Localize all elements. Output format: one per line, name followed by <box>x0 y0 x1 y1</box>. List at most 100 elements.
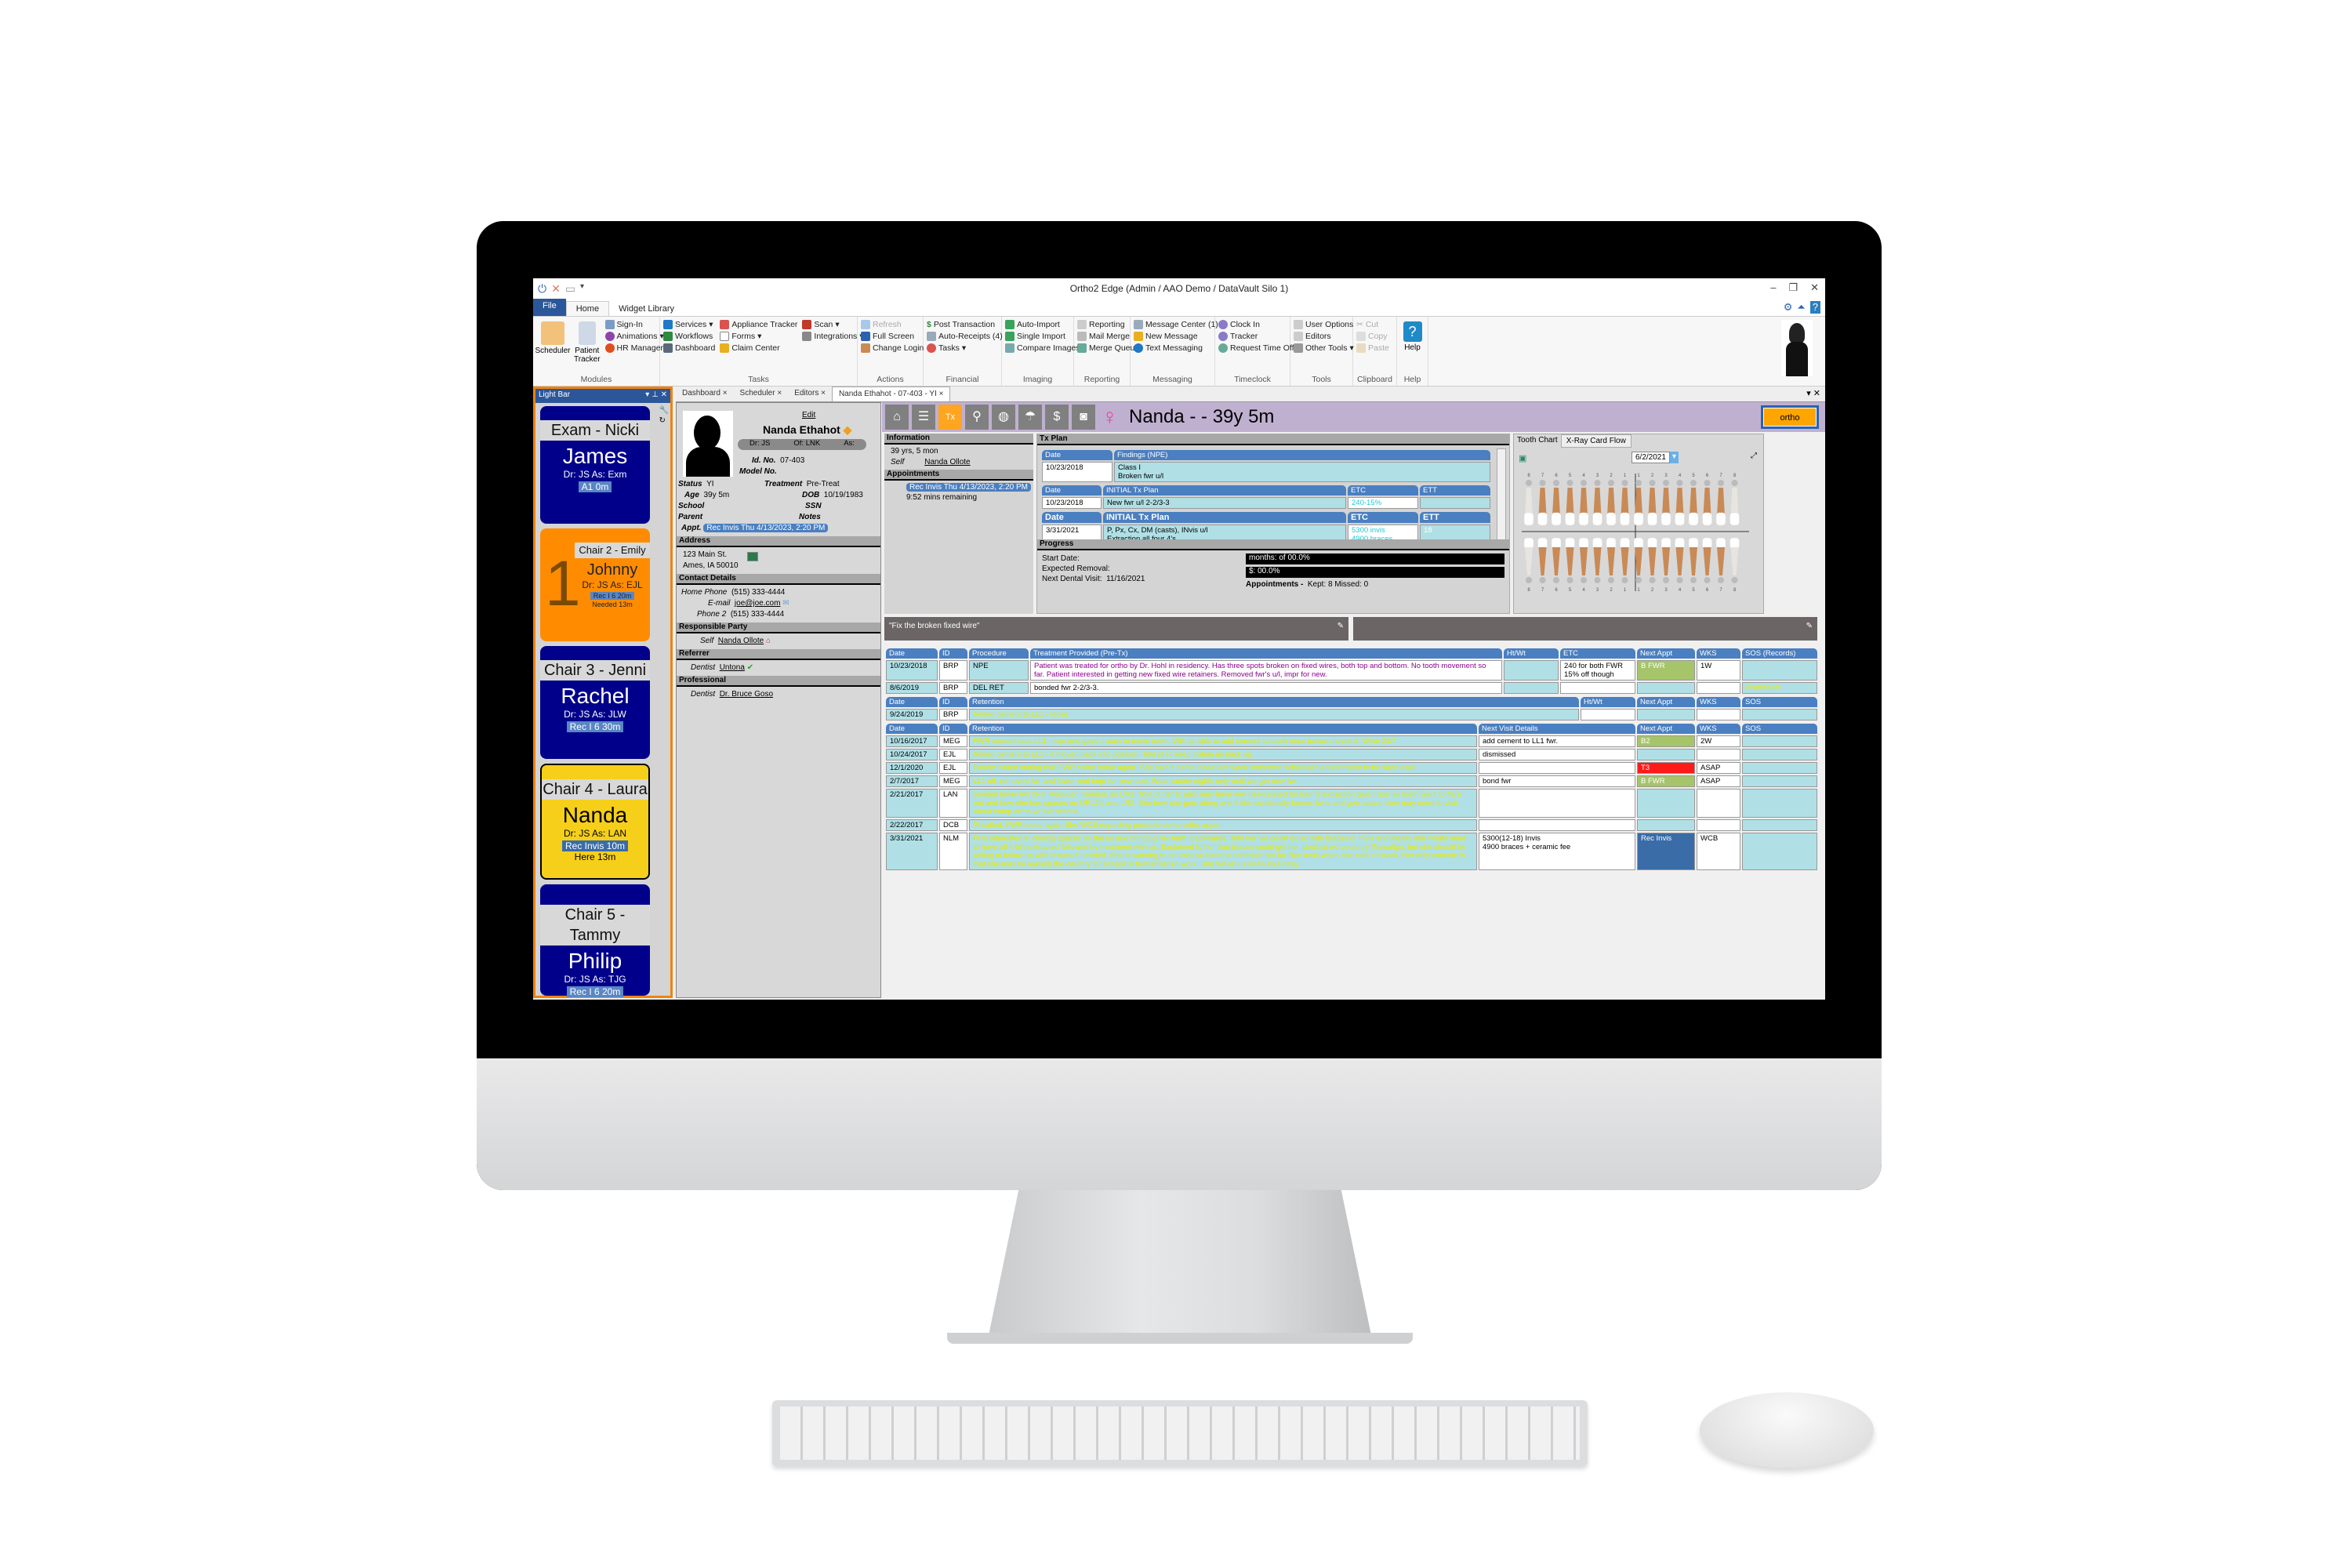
chair-card-selected[interactable]: Chair 4 - Laura Nanda Dr: JS As: LAN Rec… <box>540 764 650 880</box>
table-row[interactable]: 2/21/2017 LAN bonded lower fwr /3-3. Reduc… <box>886 789 1817 818</box>
ortho-badge[interactable]: ortho <box>1761 405 1819 429</box>
add-image-icon[interactable]: ▣ <box>1519 453 1526 463</box>
table-row[interactable]: 12/1/2020 EJL Patient called stating that … <box>886 762 1817 774</box>
tabs-close-icon[interactable]: ✕ <box>1813 389 1820 398</box>
tag-icon[interactable]: ◆ <box>844 423 852 436</box>
chair-card[interactable]: Exam - Nicki James Dr: JS As: Exm A1 0m <box>540 406 650 524</box>
tx-icon[interactable]: Tx <box>938 405 962 430</box>
appointment-pill[interactable]: Rec Invis Thu 4/13/2023, 2:20 PM <box>906 483 1032 492</box>
doc-tab-patient[interactable]: Nanda Ethahot - 07-403 - YI × <box>831 387 951 401</box>
animations-button[interactable]: Animations ▾ <box>604 332 664 341</box>
note-box-left[interactable]: "Fix the broken fixed wire" ✎ <box>884 617 1348 641</box>
panel-dropdown-icon[interactable]: ▾ <box>645 390 649 399</box>
globe-doc-icon[interactable]: ◍ <box>992 405 1015 430</box>
table-row[interactable]: 10/23/2018 Class I Broken fwr u/l <box>1042 462 1490 482</box>
user-avatar[interactable] <box>1781 320 1813 376</box>
panel-close-icon[interactable]: ✕ <box>661 390 667 399</box>
auto-receipts-button[interactable]: Auto-Receipts (4) <box>927 332 1003 341</box>
doc-tab-dashboard[interactable]: Dashboard × <box>676 387 734 401</box>
wrench-icon[interactable]: 🔧 <box>659 406 669 415</box>
post-transaction-button[interactable]: $ Post Transaction <box>927 320 1003 329</box>
edit-patient-link[interactable]: Edit <box>802 411 815 419</box>
pin-icon[interactable]: ⊥ <box>652 390 659 399</box>
request-time-off-button[interactable]: Request Time Off <box>1218 343 1294 353</box>
cut-button[interactable]: ✂ Cut <box>1356 320 1389 329</box>
professional-link[interactable]: Dr. Bruce Goso <box>720 690 773 699</box>
message-center-button[interactable]: Message Center (1) <box>1134 320 1218 329</box>
tab-home[interactable]: Home <box>565 301 610 316</box>
pencil-icon[interactable]: ✎ <box>1338 622 1344 630</box>
table-row[interactable]: 8/6/2019 BRP DEL RET bonded fwr 2-2/3-3. dis… <box>886 682 1817 694</box>
table-row[interactable]: 10/23/2018 BRP NPE Patient was treated for … <box>886 660 1817 681</box>
dashboard-button[interactable]: Dashboard <box>663 343 715 353</box>
chair-card[interactable]: Chair 3 - Jenni Rachel Dr: JS As: JLW Re… <box>540 646 650 759</box>
email-link[interactable]: joe@joe.com <box>735 599 781 608</box>
table-row[interactable]: 10/16/2017 MEG FWR cement loos LL1. Impr a… <box>886 735 1817 747</box>
responsible-link[interactable]: Nanda Ollote <box>718 637 764 645</box>
financial-tasks-button[interactable]: Tasks ▾ <box>927 343 1003 353</box>
table-row[interactable]: 10/24/2017 EJL Added cement to LL1 - it mo… <box>886 749 1817 760</box>
keyhole-icon[interactable]: ⚲ <box>965 405 989 430</box>
tab-xray-card-flow[interactable]: X-Ray Card Flow <box>1560 434 1632 448</box>
hr-manager-button[interactable]: HR Manager <box>604 343 664 353</box>
paste-button[interactable]: Paste <box>1356 343 1389 353</box>
workflows-button[interactable]: Workflows <box>663 332 715 341</box>
chair-card[interactable]: 1 Chair 2 - Emily Johnny Dr: JS As: EJL … <box>540 528 650 641</box>
envelope-icon[interactable]: ✉ <box>782 599 789 608</box>
single-import-button[interactable]: Single Import <box>1005 332 1080 341</box>
camera-icon[interactable]: ◙ <box>1072 405 1095 430</box>
table-row[interactable]: 9/24/2019 BRP Added cement to LL1 - loose. <box>886 709 1817 720</box>
refresh-icon[interactable]: ↻ <box>659 416 669 425</box>
family-icon[interactable]: ⌂ <box>766 637 771 645</box>
claim-center-button[interactable]: Claim Center <box>720 343 797 353</box>
coins-icon[interactable]: $ <box>1045 405 1069 430</box>
restore-button[interactable]: ❐ <box>1788 281 1798 294</box>
tx-plan-scrollbar[interactable] <box>1497 448 1506 543</box>
editors-button[interactable]: Editors <box>1294 332 1354 341</box>
chair-card[interactable]: Chair 5 - Tammy Philip Dr: JS As: TJG Re… <box>540 884 650 997</box>
table-row[interactable]: 10/23/2018 New fwr u/l 2-2/3-3 240-15% <box>1042 497 1490 509</box>
appliance-tracker-button[interactable]: Appliance Tracker <box>720 320 797 329</box>
full-screen-button[interactable]: Full Screen <box>861 332 924 341</box>
date-dropdown-icon[interactable]: ▾ <box>1669 452 1679 463</box>
umbrella-icon[interactable]: ☂ <box>1018 405 1042 430</box>
note-box-right[interactable]: ✎ <box>1353 617 1817 641</box>
home-icon[interactable]: ⌂ <box>885 405 909 430</box>
scan-button[interactable]: Scan ▾ <box>802 320 863 329</box>
pencil-icon[interactable]: ✎ <box>1806 622 1813 630</box>
settings-gear-icon[interactable]: ⚙ <box>1784 301 1793 314</box>
collapse-ribbon-icon[interactable]: ⏶ <box>1797 301 1805 314</box>
tab-tooth-chart[interactable]: Tooth Chart <box>1514 434 1561 448</box>
patient-photo[interactable] <box>683 411 733 477</box>
treatment-records-grid[interactable]: Date ID Procedure Treatment Provided (Pre-T… <box>884 647 1819 872</box>
tab-widget-library[interactable]: Widget Library <box>609 302 684 316</box>
map-icon[interactable] <box>747 552 758 561</box>
doc-tab-editors[interactable]: Editors × <box>788 387 832 401</box>
information-responsible-link[interactable]: Nanda Ollote <box>924 458 970 466</box>
change-login-button[interactable]: Change Login <box>861 343 924 353</box>
table-row[interactable]: 2/7/2017 MEG LL1 off, removed fwr and lowe… <box>886 775 1817 787</box>
forms-button[interactable]: Forms ▾ <box>720 332 797 341</box>
help-question-icon[interactable]: ? <box>1809 301 1820 314</box>
clock-in-button[interactable]: Clock In <box>1218 320 1294 329</box>
user-options-button[interactable]: User Options <box>1294 320 1354 329</box>
doc-tab-scheduler[interactable]: Scheduler × <box>734 387 789 401</box>
tabs-dropdown-icon[interactable]: ▾ <box>1806 389 1811 398</box>
tracker-button[interactable]: Tracker <box>1218 332 1294 341</box>
chart-date-select[interactable]: 6/2/2021 ▾ <box>1632 452 1679 463</box>
services-button[interactable]: Services ▾ <box>663 320 715 329</box>
expand-icon[interactable]: ⤢ <box>1751 452 1757 460</box>
table-row[interactable]: 3/31/2021 P, Px, Cx, DM (casts), INvis u/… <box>1042 524 1490 539</box>
close-button[interactable]: ✕ <box>1810 281 1819 294</box>
integrations-button[interactable]: Integrations ▾ <box>802 332 864 341</box>
tooth-chart-diagram[interactable]: 8 8 7 7 6 6 5 5 4 4 3 3 2 2 1 1 1 1 2 2 3 3 4 4 5 5 6 6 7 7 8 8 <box>1522 469 1749 594</box>
tab-file[interactable]: File <box>533 299 566 316</box>
checklist-icon[interactable]: ☰ <box>912 405 935 430</box>
table-row[interactable]: 2/22/2017 DCB Pt called: FWR loose again S… <box>886 819 1817 831</box>
tx-plan-grid[interactable]: Date Findings (NPE) 10/23/2018 Class I Broke… <box>1037 445 1495 539</box>
auto-import-button[interactable]: Auto-Import <box>1005 320 1080 329</box>
new-message-button[interactable]: New Message <box>1134 332 1218 341</box>
table-row[interactable]: 3/31/2021 NLM Pt is interested in closing … <box>886 833 1817 870</box>
sign-in-button[interactable]: Sign-In <box>604 320 664 329</box>
referrer-link[interactable]: Untona <box>720 663 745 672</box>
